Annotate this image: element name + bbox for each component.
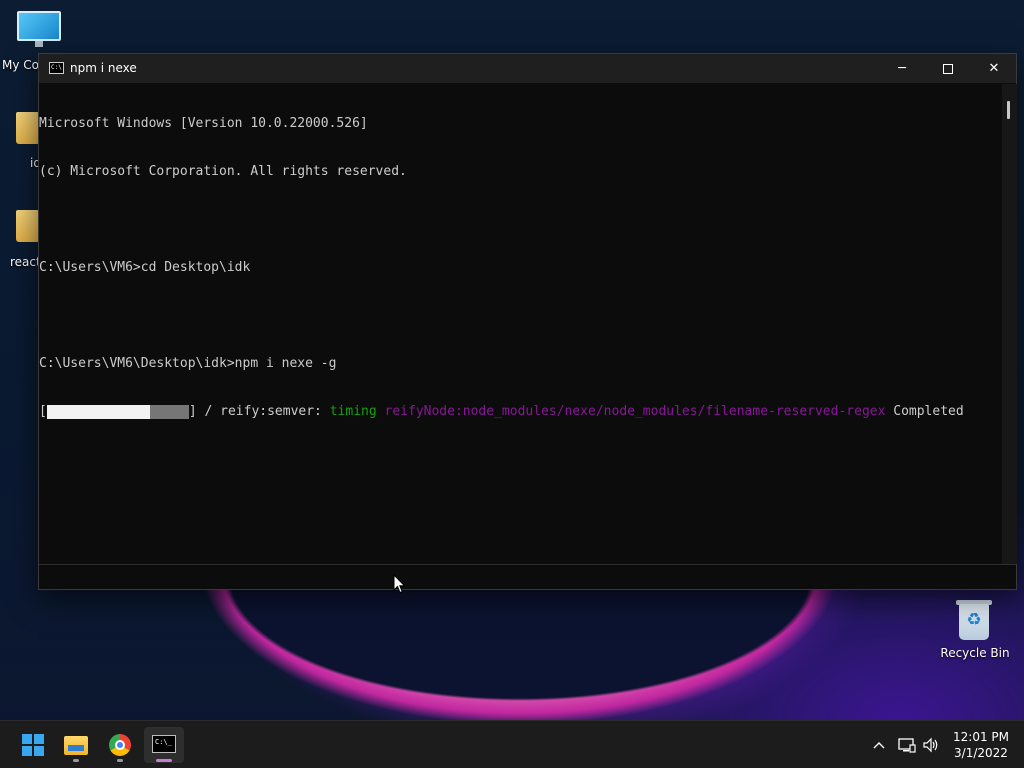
scrollbar-thumb[interactable] [1007, 101, 1010, 119]
taskbar-file-explorer[interactable] [56, 727, 96, 763]
progress-fill [46, 405, 151, 419]
show-hidden-icons-button[interactable] [868, 721, 890, 768]
folder-icon [16, 210, 40, 242]
running-indicator [73, 759, 79, 762]
recycle-bin-icon: ♻ [956, 598, 992, 640]
title-bar[interactable]: C:\ npm i nexe ─ ✕ [39, 54, 1016, 83]
chevron-up-icon [873, 742, 885, 749]
clock-time: 12:01 PM [953, 730, 1009, 744]
command-prompt-window[interactable]: C:\ npm i nexe ─ ✕ Microsoft Windows [Ve… [38, 53, 1017, 590]
console-line: (c) Microsoft Corporation. All rights re… [39, 164, 407, 179]
console-line: C:\Users\VM6\Desktop\idk>npm i nexe -g [39, 356, 337, 371]
start-button[interactable] [12, 727, 52, 763]
desktop-icon-label: Recycle Bin [940, 646, 1010, 660]
close-icon: ✕ [988, 61, 1000, 76]
desktop-icon-label: react [10, 255, 40, 269]
console-output[interactable]: Microsoft Windows [Version 10.0.22000.52… [39, 84, 1002, 564]
window-title: npm i nexe [70, 61, 137, 75]
minimize-button[interactable]: ─ [879, 54, 925, 83]
computer-icon [17, 11, 61, 47]
console-line: Microsoft Windows [Version 10.0.22000.52… [39, 116, 368, 131]
progress-spinner: / [196, 404, 221, 419]
speaker-icon [923, 737, 938, 753]
progress-node: reifyNode:node_modules/nexe/node_modules… [384, 404, 886, 419]
chrome-icon [109, 734, 131, 756]
vertical-scrollbar[interactable] [1002, 84, 1017, 564]
volume-button[interactable] [920, 721, 942, 768]
folder-icon [16, 112, 40, 144]
minimize-icon: ─ [898, 61, 906, 76]
running-indicator [117, 759, 123, 762]
command-prompt-icon: C:\_ [152, 735, 176, 753]
close-button[interactable]: ✕ [971, 54, 1017, 83]
progress-bracket-close: ] [188, 404, 197, 419]
active-indicator [156, 759, 172, 762]
progress-bar [46, 405, 189, 419]
maximize-button[interactable] [925, 54, 971, 83]
progress-timing: timing [329, 404, 385, 419]
progress-bracket-open: [ [39, 404, 47, 419]
clock[interactable]: 12:01 PM 3/1/2022 [946, 729, 1016, 761]
file-explorer-icon [64, 736, 88, 755]
taskbar-command-prompt[interactable]: C:\_ [144, 727, 184, 763]
command-prompt-icon: C:\ [49, 62, 64, 74]
network-button[interactable] [896, 721, 918, 768]
progress-stage: reify:semver: [220, 404, 330, 419]
taskbar-chrome[interactable] [100, 727, 140, 763]
windows-logo-icon [22, 734, 44, 756]
taskbar: C:\_ 12:01 PM 3/1/2022 [0, 720, 1024, 768]
mouse-cursor-icon [393, 574, 406, 594]
maximize-icon [943, 63, 953, 74]
clock-date: 3/1/2022 [954, 746, 1008, 760]
network-icon [898, 738, 916, 753]
console-line: C:\Users\VM6>cd Desktop\idk [39, 260, 251, 275]
horizontal-scrollbar-area[interactable] [39, 564, 1016, 589]
npm-progress-line: [] / reify:semver: timing reifyNode:node… [39, 404, 1002, 420]
progress-status: Completed [885, 404, 964, 419]
